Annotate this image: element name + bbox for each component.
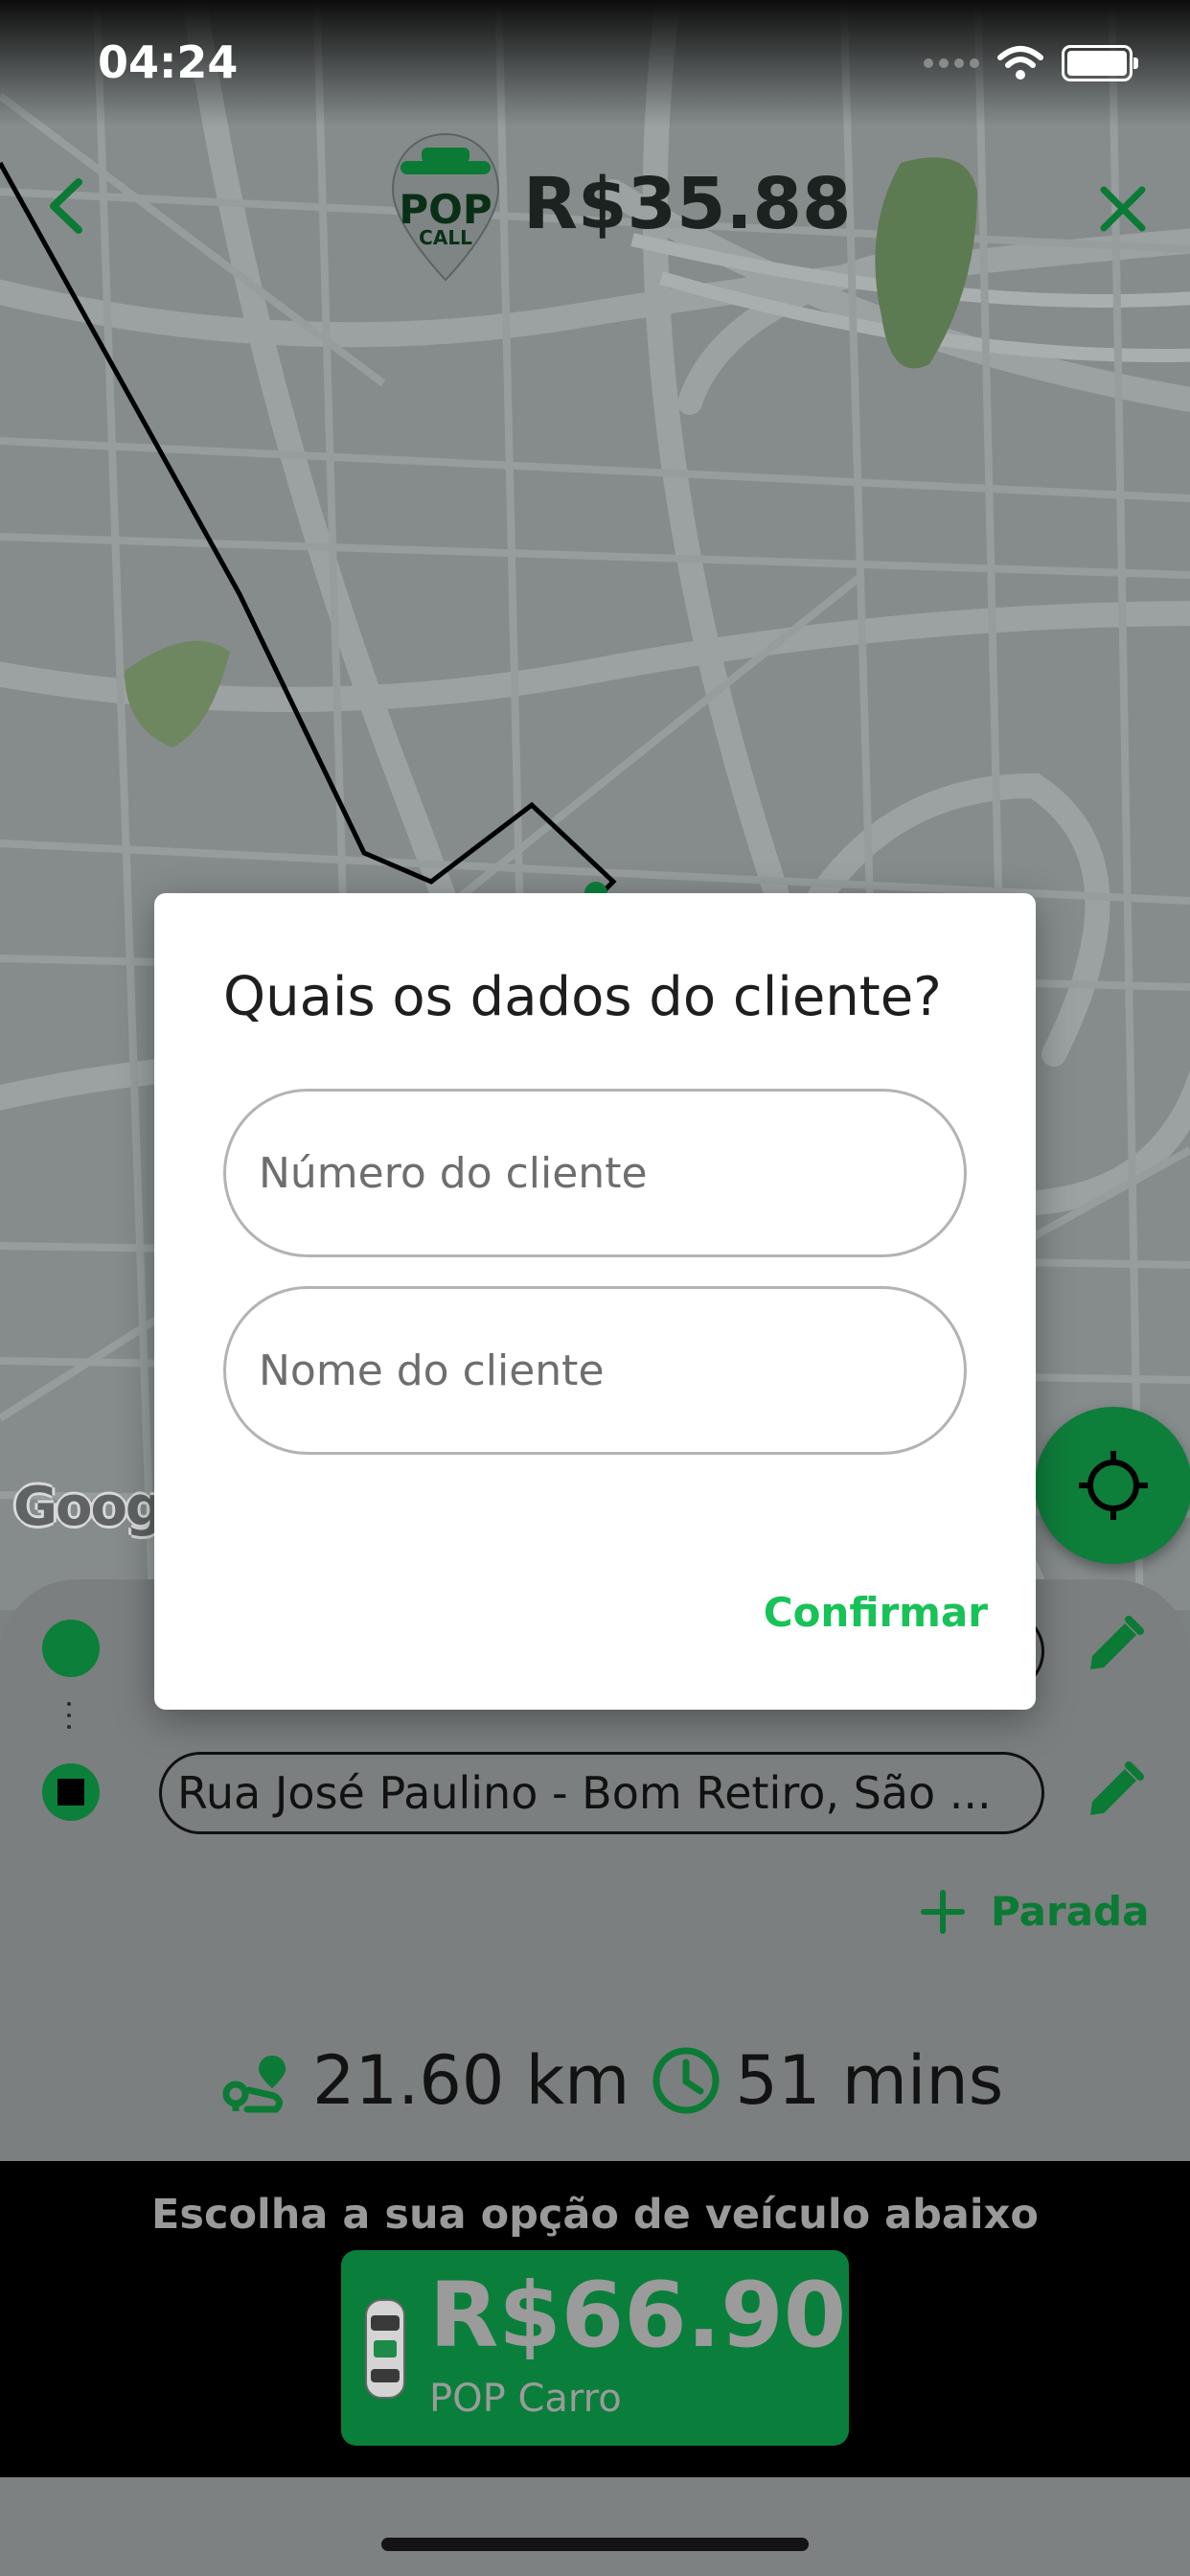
vehicle-option-pop-carro[interactable]: R$66.90 POP Carro — [341, 2250, 849, 2446]
edit-destination-icon[interactable] — [1079, 1758, 1148, 1827]
client-name-input[interactable] — [223, 1286, 967, 1455]
dialog-title: Quais os dados do cliente? — [223, 966, 942, 1028]
confirm-button[interactable]: Confirmar — [764, 1589, 988, 1636]
wifi-icon — [997, 46, 1043, 80]
crosshair-icon — [1079, 1451, 1148, 1520]
trip-summary: 21.60 km 51 mins — [218, 2041, 1003, 2120]
destination-marker-icon — [42, 1763, 100, 1821]
route-icon — [222, 2056, 286, 2113]
header-price: R$35.88 — [523, 163, 852, 245]
logo-subtext: CALL — [419, 226, 472, 249]
cellular-signal-icon — [924, 58, 979, 68]
route-connector — [67, 1702, 73, 1736]
status-icons — [924, 44, 1138, 82]
edit-origin-icon[interactable] — [1079, 1612, 1148, 1681]
clock-icon — [652, 2047, 720, 2114]
plus-icon — [921, 1889, 965, 1934]
my-location-button[interactable] — [1035, 1407, 1190, 1564]
origin-marker-icon — [42, 1620, 100, 1677]
add-stop-label: Parada — [991, 1888, 1150, 1935]
pop-call-logo: POP CALL — [387, 126, 504, 289]
car-icon — [365, 2299, 405, 2399]
battery-icon — [1062, 45, 1138, 81]
screen: Google 04:24 POP CALL R$35.88 Rua José P… — [0, 0, 1190, 2576]
vehicle-prompt: Escolha a sua opção de veículo abaixo — [151, 2191, 1039, 2239]
destination-address-field[interactable]: Rua José Paulino - Bom Retiro, São ... — [159, 1752, 1044, 1834]
close-icon[interactable] — [1094, 180, 1152, 238]
add-stop-button[interactable]: Parada — [920, 1888, 1149, 1935]
status-bar: 04:24 — [0, 0, 1190, 126]
client-number-input[interactable] — [223, 1089, 967, 1257]
vehicle-name: POP Carro — [429, 2377, 622, 2421]
client-data-dialog: Quais os dados do cliente? Confirmar — [154, 893, 1036, 1710]
status-time: 04:24 — [98, 36, 239, 88]
vehicle-price: R$66.90 — [429, 2264, 847, 2368]
trip-duration: 51 mins — [735, 2041, 1004, 2120]
home-area — [0, 2477, 1190, 2576]
home-indicator[interactable] — [381, 2538, 809, 2551]
trip-distance: 21.60 km — [312, 2041, 630, 2120]
back-chevron-icon[interactable] — [38, 172, 96, 240]
